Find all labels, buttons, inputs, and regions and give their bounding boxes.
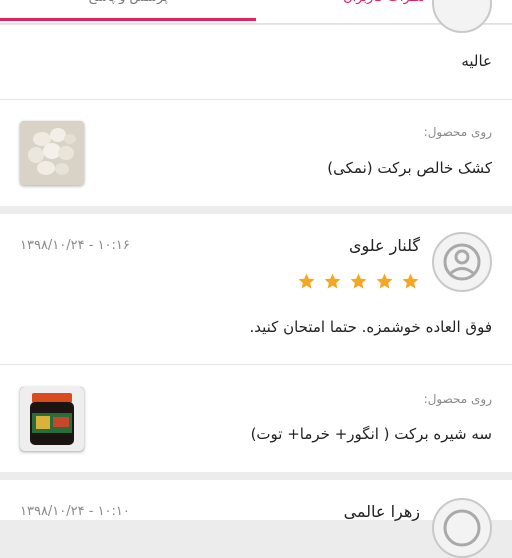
product-name-link[interactable]: کشک خالص برکت (نمکی) [327,159,492,177]
product-label: روی محصول: [423,392,492,406]
kashk-product-image[interactable] [20,121,84,185]
user-avatar-icon [432,232,492,292]
rating-stars [295,272,420,292]
review-text: فوق العاده خوشمزه. حتما امتحان کنید. [249,318,492,336]
star-icon [376,273,393,289]
review-text: عالیه [461,52,492,70]
review-card: زهرا عالمی ۱۳۹۸/۱۰/۲۴ - ۱۰:۱۰ [0,480,512,558]
review-date: ۱۳۹۸/۱۰/۲۴ - ۱۰:۱۶ [20,238,130,253]
product-label: روی محصول: [423,125,492,139]
review-card: عالیه روی محصول: کشک خالص برکت (نمکی) [0,0,512,206]
tab-questions[interactable]: پرسش و پاسخ [0,0,256,12]
divider [0,364,512,365]
syrup-jar-image[interactable] [20,387,84,451]
product-name-link[interactable]: سه شیره برکت ( انگور+ خرما+ توت) [251,425,492,443]
user-avatar-icon [432,498,492,558]
star-icon [350,273,367,289]
user-name: گلنار علوی [348,236,420,255]
review-card: گلنار علوی ۱۳۹۸/۱۰/۲۴ - ۱۰:۱۶ فوق العاده… [0,214,512,472]
divider [0,99,512,100]
user-avatar-icon [432,0,492,33]
star-icon [402,273,419,289]
star-icon [324,273,341,289]
active-tab-indicator [0,18,256,21]
star-icon [298,273,315,289]
